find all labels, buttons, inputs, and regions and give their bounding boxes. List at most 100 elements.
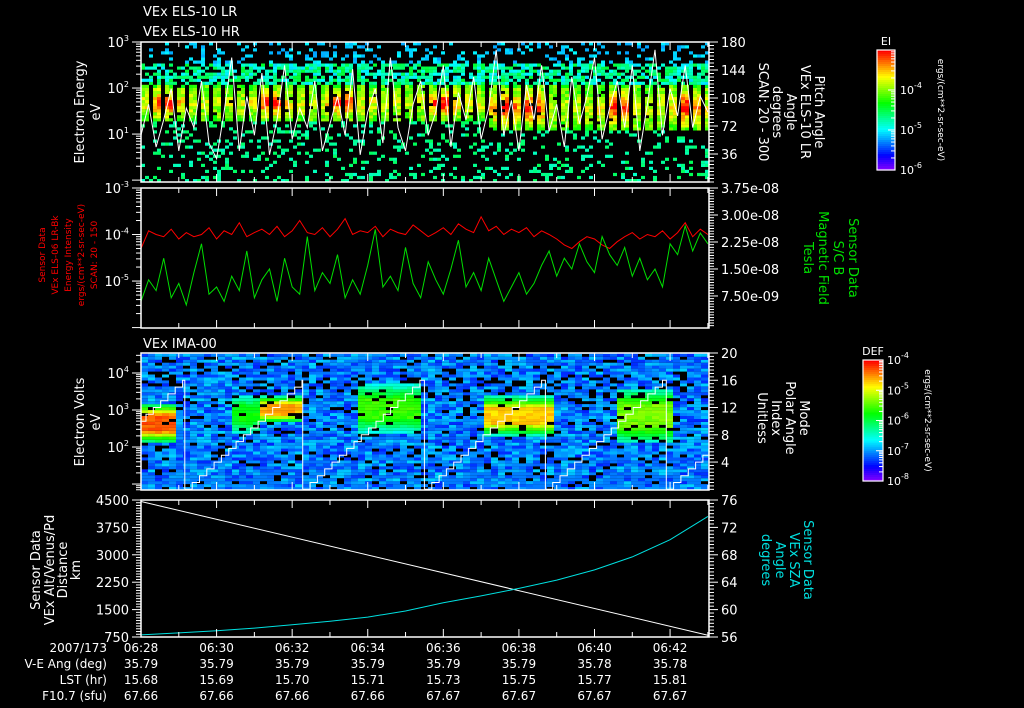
spectrogram-cell [393, 463, 400, 467]
spectrogram-cell [169, 463, 176, 467]
spectrogram-cell [193, 84, 197, 88]
spectrogram-cell [297, 103, 301, 107]
spectrogram-cell [481, 145, 485, 149]
spectrogram-cell [512, 401, 519, 405]
spectrogram-cell [605, 72, 609, 76]
spectrogram-cell [512, 430, 519, 434]
spectrogram-cell [661, 45, 665, 49]
spectrogram-cell [549, 100, 553, 104]
spectrogram-cell [477, 410, 484, 414]
spectrogram-cell [533, 457, 540, 461]
spectrogram-cell [157, 75, 161, 79]
spectrogram-cell [285, 93, 289, 98]
spectrogram-cell [525, 81, 529, 85]
spectrogram-cell [253, 421, 260, 425]
spectrogram-cell [289, 90, 293, 94]
spectrogram-cell [549, 90, 553, 94]
spectrogram-cell [557, 160, 561, 164]
spectrogram-cell [637, 69, 641, 73]
spectrogram-cell [323, 395, 330, 399]
spectrogram-cell [309, 448, 316, 452]
spectrogram-cell [386, 472, 393, 476]
spectrogram-cell [357, 103, 361, 107]
spectrogram-cell [481, 106, 485, 110]
spectrogram-cell [629, 60, 633, 64]
spectrogram-cell [379, 481, 386, 485]
spectrogram-cell [141, 439, 148, 443]
spectrogram-cell [273, 109, 277, 113]
spectrogram-cell [677, 163, 681, 167]
spectrogram-cell [204, 386, 211, 390]
spectrogram-cell [333, 154, 337, 158]
spectrogram-cell [205, 87, 209, 91]
spectrogram-cell [463, 442, 470, 446]
spectrogram-cell [344, 424, 351, 428]
spectrogram-cell [435, 377, 442, 381]
spectrogram-cell [577, 93, 581, 98]
spectrogram-cell [309, 433, 316, 437]
spectrogram-cell [470, 433, 477, 437]
spectrogram-cell [477, 96, 481, 101]
spectrogram-cell [288, 362, 295, 366]
spectrogram-cell [176, 439, 183, 443]
spectrogram-cell [537, 118, 541, 122]
spectrogram-cell [313, 118, 317, 122]
spectrogram-cell [407, 463, 414, 467]
spectrogram-cell [337, 395, 344, 399]
spectrogram-cell [313, 106, 317, 110]
spectrogram-cell [365, 457, 372, 461]
spectrogram-cell [525, 45, 529, 49]
spectrogram-cell [681, 169, 685, 173]
spectrogram-cell [393, 424, 400, 428]
spectrogram-cell [428, 466, 435, 470]
spectrogram-cell [633, 124, 637, 128]
spectrogram-cell [245, 75, 249, 79]
spectrogram-cell [265, 100, 269, 104]
spectrogram-cell [428, 427, 435, 431]
spectrogram-cell [477, 359, 484, 363]
spectrogram-cell [512, 448, 519, 452]
spectrogram-cell [309, 430, 316, 434]
spectrogram-cell [379, 398, 386, 402]
spectrogram-cell [519, 469, 526, 473]
spectrogram-cell [469, 115, 473, 119]
spectrogram-cell [377, 45, 381, 49]
spectrogram-cell [573, 81, 577, 85]
spectrogram-cell [414, 433, 421, 437]
spectrogram-cell [433, 148, 437, 152]
spectrogram-cell [232, 416, 239, 419]
spectrogram-cell [379, 359, 386, 363]
spectrogram-cell [505, 463, 512, 467]
spectrogram-cell [351, 395, 358, 399]
spectrogram-cell [246, 481, 253, 485]
spectrogram-cell [526, 484, 533, 488]
spectrogram-cell [365, 481, 372, 485]
spectrogram-cell [357, 96, 361, 101]
spectrogram-cell [330, 436, 337, 440]
spectrogram-cell [329, 63, 333, 67]
spectrogram-cell [260, 398, 267, 402]
spectrogram-cell [613, 115, 617, 119]
spectrogram-cell [400, 418, 407, 422]
spectrogram-cell [473, 63, 477, 67]
spectrogram-cell [288, 460, 295, 464]
spectrogram-cell [183, 478, 190, 482]
spectrogram-cell [351, 430, 358, 434]
spectrogram-cell [601, 45, 605, 49]
spectrogram-cell [239, 424, 246, 428]
spectrogram-cell [321, 127, 325, 131]
spectrogram-cell [477, 66, 481, 70]
spectrogram-cell [457, 115, 461, 119]
spectrogram-cell [288, 359, 295, 363]
spectrogram-cell [261, 169, 265, 173]
spectrogram-cell [509, 48, 513, 52]
spectrogram-cell [249, 54, 253, 58]
spectrogram-cell [193, 90, 197, 94]
spectrogram-cell [273, 63, 277, 67]
spectrogram-cell [477, 395, 484, 399]
spectrogram-cell [529, 127, 533, 131]
spectrogram-cell [449, 481, 456, 485]
spectrogram-cell [351, 380, 358, 384]
spectrogram-cell [361, 84, 365, 88]
spectrogram-cell [153, 100, 157, 104]
